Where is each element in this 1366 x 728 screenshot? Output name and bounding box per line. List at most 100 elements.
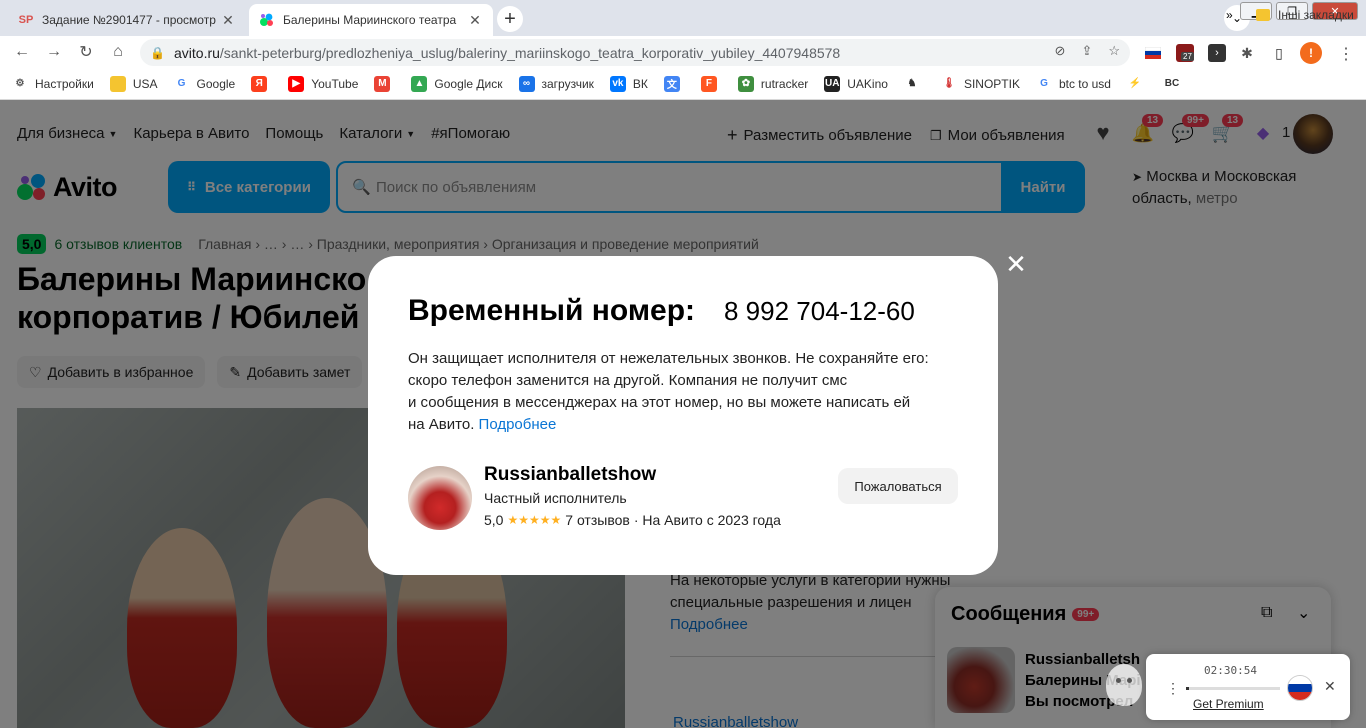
vk-icon: vk — [609, 75, 626, 92]
bookmark-yandex[interactable]: Я — [251, 75, 274, 92]
bookmark-label: Google Диск — [434, 76, 503, 91]
url-path: /sankt-peterburg/predlozheniya_uslug/bal… — [219, 44, 841, 61]
rutracker-icon: ✿ — [737, 75, 754, 92]
blocked-icon[interactable]: ⊘ — [1055, 43, 1066, 59]
browser-toolbar: ← → ↻ ⌂ 🔒 avito.ru/sankt-peterburg/predl… — [0, 36, 1366, 68]
lightning-icon: ⚡ — [1128, 78, 1142, 89]
rating-stars-icon: ★★★★★ — [507, 513, 562, 527]
get-premium-link[interactable]: Get Premium — [1193, 697, 1264, 711]
bookmark-bc[interactable]: BC — [1164, 76, 1187, 92]
bookmark-label: UAKino — [847, 76, 888, 91]
audio-progress-bar[interactable] — [1186, 687, 1280, 690]
avito-favicon-icon — [259, 12, 275, 28]
temporary-number-modal: Временный номер: 8 992 704-12-60 Он защи… — [368, 256, 998, 575]
tab-zadanie[interactable]: SP Задание №2901477 - просмотр ✕ — [8, 4, 246, 36]
other-bookmarks-label: Інші закладки — [1278, 8, 1354, 22]
seller-role: Частный исполнитель — [484, 490, 627, 506]
close-icon[interactable]: ✕ — [1324, 678, 1336, 695]
seller-avatar[interactable] — [408, 466, 472, 530]
other-bookmarks-folder[interactable]: Інші закладки — [1256, 8, 1354, 22]
screen: SP Задание №2901477 - просмотр ✕ Балерин… — [0, 0, 1366, 728]
reload-icon[interactable]: ↻ — [74, 40, 98, 64]
bookmark-chess[interactable]: ♞ — [904, 76, 927, 92]
bookmarks-bar: ⚙ Настройки USA G Google Я ▶ YouTube M ▲ Google Ди… — [0, 68, 1366, 100]
bookmark-gmail[interactable]: M — [374, 75, 397, 92]
bookmark-label: загрузчик — [541, 76, 594, 91]
bookmark-label: SINOPTIK — [963, 76, 1020, 91]
russia-flag-icon[interactable] — [1287, 675, 1313, 701]
bookmark-label: USA — [132, 76, 158, 91]
bookmark-label: ВК — [632, 76, 648, 91]
bookmark-usa[interactable]: USA — [109, 75, 158, 92]
share-icon[interactable]: ⇪ — [1081, 43, 1092, 59]
modal-more-link[interactable]: Подробнее — [479, 416, 557, 433]
more-options-icon[interactable]: ⋮ — [1166, 680, 1180, 697]
tab-close-icon[interactable]: ✕ — [467, 12, 483, 29]
sp-favicon-icon: SP — [18, 14, 34, 26]
folder-icon — [109, 75, 126, 92]
f-icon: F — [700, 75, 717, 92]
tab-close-icon[interactable]: ✕ — [220, 12, 236, 29]
audio-time: 02:30:54 — [1204, 664, 1257, 677]
forward-arrow-icon[interactable]: → — [42, 40, 66, 64]
bookmarks-overflow-button[interactable]: » — [1226, 8, 1233, 22]
terminal-extension-icon[interactable]: › — [1208, 44, 1226, 62]
bc-icon: BC — [1164, 78, 1180, 89]
downloader-icon: ∞ — [518, 75, 535, 92]
chrome-menu-icon[interactable]: ⋮ — [1338, 44, 1354, 63]
star-icon[interactable]: ☆ — [1108, 43, 1120, 59]
gmail-icon: M — [374, 75, 391, 92]
puzzle-icon[interactable]: ✱ — [1238, 44, 1256, 62]
chess-icon: ♞ — [907, 78, 917, 89]
bookmark-google[interactable]: G Google — [174, 76, 236, 92]
uakino-icon: UA — [824, 75, 841, 92]
bookmark-label: btc to usd — [1058, 76, 1111, 91]
drive-icon: ▲ — [411, 75, 428, 92]
bookmark-sinoptik[interactable]: 🌡 SINOPTIK — [941, 76, 1020, 92]
bookmark-translate[interactable]: 文 — [663, 75, 687, 92]
thermometer-icon: 🌡 — [942, 78, 956, 89]
google-icon: G — [177, 78, 186, 89]
bookmark-label: Настройки — [35, 76, 94, 91]
phone-number: 8 992 704-12-60 — [724, 296, 915, 326]
modal-title: Временный номер: — [408, 294, 696, 327]
profile-avatar[interactable]: ! — [1300, 42, 1322, 64]
back-arrow-icon[interactable]: ← — [10, 40, 34, 64]
complain-button[interactable]: Пожаловаться — [838, 468, 958, 504]
bookmark-youtube[interactable]: ▶ YouTube — [288, 75, 359, 92]
bookmark-label: Google — [196, 76, 236, 91]
sidepanel-icon[interactable]: ▯ — [1270, 44, 1288, 62]
bookmark-вк[interactable]: vk ВК — [609, 75, 648, 92]
url-host: avito.ru — [174, 44, 220, 61]
modal-description: Он защищает исполнителя от нежелательных… — [408, 350, 929, 433]
bookmark-настройки[interactable]: ⚙ Настройки — [12, 76, 94, 92]
yandex-icon: Я — [251, 75, 268, 92]
google-icon: G — [1040, 78, 1048, 89]
seller-name[interactable]: Russianballetshow — [484, 464, 656, 486]
bookmark-f[interactable]: F — [700, 75, 724, 92]
ghost-mascot-icon — [1106, 664, 1142, 706]
russia-flag-extension-icon[interactable] — [1144, 44, 1162, 62]
seller-reviews-link[interactable]: 7 отзывов — [565, 512, 630, 528]
close-icon[interactable]: ✕ — [1004, 251, 1028, 277]
ext-badge: 27 — [1181, 52, 1194, 61]
new-tab-button[interactable]: + — [497, 6, 523, 32]
bookmark-uakino[interactable]: UA UAKino — [824, 75, 888, 92]
tab-title: Балерины Мариинского театра — [283, 13, 457, 27]
home-icon[interactable]: ⌂ — [106, 40, 130, 64]
bookmark-lightning[interactable]: ⚡ — [1127, 76, 1150, 92]
bookmark-rutracker[interactable]: ✿ rutracker — [737, 75, 809, 92]
bookmark-google-диск[interactable]: ▲ Google Диск — [411, 75, 503, 92]
translate-icon: 文 — [663, 75, 680, 92]
address-bar[interactable]: 🔒 avito.ru/sankt-peterburg/predlozheniya… — [140, 39, 1130, 66]
lock-icon: 🔒 — [150, 45, 165, 60]
audio-widget: ⋮ 02:30:54 Get Premium ✕ — [1146, 654, 1350, 720]
bookmark-btc-to-usd[interactable]: Gbtc to usd — [1036, 76, 1111, 92]
browser-tab-strip: SP Задание №2901477 - просмотр ✕ Балерин… — [0, 0, 1366, 36]
bookmark-загрузчик[interactable]: ∞ загрузчик — [518, 75, 594, 92]
bookmark-label: rutracker — [760, 76, 809, 91]
bookmark-label: YouTube — [311, 76, 359, 91]
seller-stats: 5,0 ★★★★★ 7 отзывов · На Авито с 2023 го… — [484, 512, 781, 528]
tab-avito[interactable]: Балерины Мариинского театра ✕ — [249, 4, 493, 36]
ublock-extension-icon[interactable]: 27 — [1176, 44, 1194, 62]
